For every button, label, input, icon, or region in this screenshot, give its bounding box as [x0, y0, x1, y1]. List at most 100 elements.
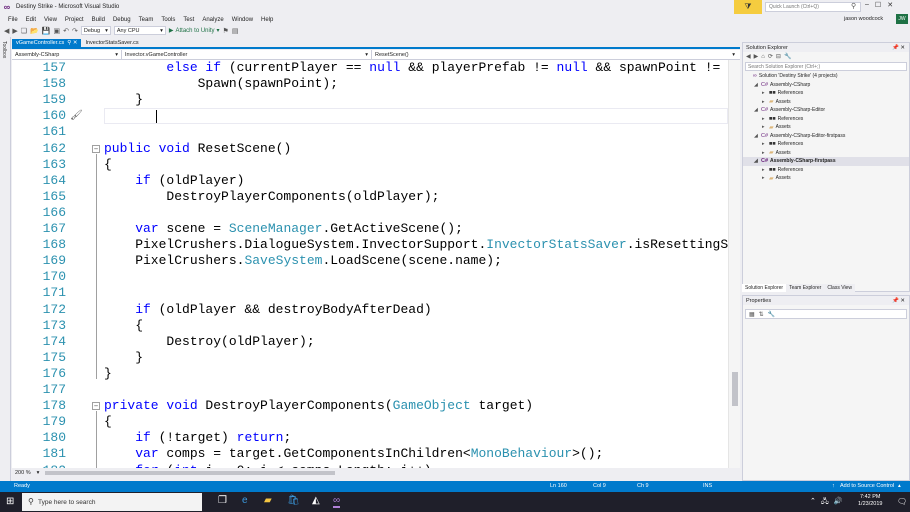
- scrollbar-thumb[interactable]: [732, 372, 738, 406]
- panel-tab[interactable]: Class View: [824, 284, 855, 292]
- notification-icon[interactable]: 🗨: [897, 497, 907, 506]
- collapsed-caret-icon[interactable]: ▸: [762, 175, 767, 181]
- forward-icon[interactable]: ▶: [12, 27, 17, 35]
- platform-select[interactable]: Any CPU ▾: [113, 26, 166, 35]
- user-avatar[interactable]: JW: [896, 14, 908, 24]
- solution-explorer-search-input[interactable]: Search Solution Explorer (Ctrl+;): [745, 62, 907, 71]
- edge-icon[interactable]: e: [242, 495, 248, 506]
- collapsed-caret-icon[interactable]: ▸: [762, 99, 767, 105]
- class-nav-select[interactable]: Invector.vGameController ▾: [122, 50, 372, 59]
- quick-launch-input[interactable]: Quick Launch (Ctrl+Q): [765, 2, 861, 12]
- collapse-icon[interactable]: −: [92, 144, 100, 153]
- collapsed-caret-icon[interactable]: ▸: [762, 124, 767, 130]
- expanded-caret-icon[interactable]: ◢: [754, 82, 759, 88]
- file-explorer-icon[interactable]: ▰: [264, 495, 272, 506]
- save-icon[interactable]: 💾: [42, 27, 51, 35]
- visual-studio-taskbar-icon[interactable]: ∞: [333, 495, 341, 508]
- chevron-up-icon[interactable]: ⌃: [810, 497, 816, 508]
- property-pages-icon[interactable]: 🔧: [768, 311, 775, 318]
- chevron-down-icon[interactable]: ▾: [37, 470, 40, 476]
- pin-icon[interactable]: 📌: [892, 45, 899, 51]
- collapsed-caret-icon[interactable]: ▸: [762, 150, 767, 156]
- pin-icon[interactable]: 📌: [892, 298, 899, 304]
- menu-build[interactable]: Build: [88, 17, 109, 23]
- forward-icon[interactable]: ▶: [754, 53, 759, 60]
- network-icon[interactable]: 🖧: [821, 497, 829, 508]
- add-to-source-control-button[interactable]: Add to Source Control: [840, 483, 894, 489]
- panel-tab[interactable]: Solution Explorer: [742, 284, 787, 292]
- home-icon[interactable]: ⌂: [761, 54, 765, 60]
- open-file-icon[interactable]: 📂: [30, 27, 39, 35]
- maximize-icon[interactable]: ☐: [875, 1, 881, 9]
- member-nav-select[interactable]: ResetScene() ▾: [372, 50, 738, 59]
- alphabetical-icon[interactable]: ⇅: [759, 311, 764, 318]
- user-name[interactable]: jason woodcock: [844, 16, 883, 22]
- collapsed-caret-icon[interactable]: ▸: [762, 90, 767, 96]
- tree-item-ref[interactable]: ▸ ■■ References: [743, 140, 909, 149]
- menu-help[interactable]: Help: [257, 17, 277, 23]
- bookmark-icon[interactable]: ⚑: [223, 27, 229, 35]
- attach-to-unity-button[interactable]: ▶ Attach to Unity ▾: [169, 27, 220, 35]
- expanded-caret-icon[interactable]: ◢: [754, 107, 759, 113]
- menu-project[interactable]: Project: [61, 17, 88, 23]
- collapse-all-icon[interactable]: ⊟: [776, 53, 781, 60]
- menu-test[interactable]: Test: [179, 17, 198, 23]
- menu-edit[interactable]: Edit: [22, 17, 40, 23]
- menu-tools[interactable]: Tools: [157, 17, 179, 23]
- sync-icon[interactable]: ⟳: [768, 53, 773, 60]
- panel-tab[interactable]: Team Explorer: [786, 284, 825, 292]
- close-icon[interactable]: ✕: [900, 298, 905, 304]
- chevron-up-icon[interactable]: ▴: [898, 483, 901, 489]
- pin-close-icon[interactable]: ⚲ ✕: [67, 40, 77, 46]
- tree-item-folder[interactable]: ▸ ▰ Assets: [743, 149, 909, 158]
- tree-item-folder[interactable]: ▸ ▰ Assets: [743, 123, 909, 132]
- store-icon[interactable]: 🛍: [287, 495, 300, 506]
- project-nav-select[interactable]: Assembly-CSharp ▾: [12, 50, 122, 59]
- tree-item-ref[interactable]: ▸ ■■ References: [743, 166, 909, 175]
- new-project-icon[interactable]: ❏: [21, 27, 27, 35]
- tree-item-project[interactable]: ◢ C# Assembly-CSharp: [743, 81, 909, 90]
- toolbox-strip[interactable]: Toolbox: [0, 37, 11, 481]
- properties-icon[interactable]: 🔧: [784, 53, 791, 60]
- categorized-icon[interactable]: ▦: [749, 311, 755, 318]
- tree-item-project[interactable]: ◢ C# Assembly-CSharp-firstpass: [743, 157, 909, 166]
- horizontal-scrollbar-thumb[interactable]: [45, 470, 336, 475]
- feedback-filter-icon[interactable]: ⧩: [734, 0, 762, 14]
- menu-team[interactable]: Team: [135, 17, 158, 23]
- collapsed-caret-icon[interactable]: ▸: [762, 116, 767, 122]
- back-icon[interactable]: ◀: [746, 53, 751, 60]
- expanded-caret-icon[interactable]: ◢: [754, 133, 759, 139]
- collapse-icon[interactable]: −: [92, 402, 100, 411]
- code-editor[interactable]: 🖌 157 else if (currentPlayer == null && …: [12, 60, 728, 468]
- menu-window[interactable]: Window: [228, 17, 257, 23]
- menu-file[interactable]: File: [4, 17, 22, 23]
- tree-item-solution[interactable]: ∞ Solution 'Destiny Strike' (4 projects): [743, 72, 909, 81]
- expanded-caret-icon[interactable]: ◢: [754, 158, 759, 164]
- save-all-icon[interactable]: ▣: [54, 27, 61, 35]
- tree-item-folder[interactable]: ▸ ▰ Assets: [743, 98, 909, 107]
- zoom-level[interactable]: 200 %: [15, 470, 31, 476]
- collapsed-caret-icon[interactable]: ▸: [762, 141, 767, 147]
- tree-item-project[interactable]: ◢ C# Assembly-CSharp-Editor: [743, 106, 909, 115]
- volume-icon[interactable]: 🔊: [834, 497, 843, 508]
- close-icon[interactable]: ✕: [900, 45, 905, 51]
- menu-view[interactable]: View: [40, 17, 61, 23]
- undo-icon[interactable]: ↶: [63, 27, 69, 35]
- menu-debug[interactable]: Debug: [109, 17, 135, 23]
- search-icon[interactable]: ⚲: [851, 2, 856, 10]
- minimize-icon[interactable]: –: [865, 1, 869, 9]
- menu-analyze[interactable]: Analyze: [198, 17, 227, 23]
- collapsed-caret-icon[interactable]: ▸: [762, 167, 767, 173]
- document-tab[interactable]: vGameController.cs ⚲ ✕: [12, 39, 82, 47]
- tree-item-project[interactable]: ◢ C# Assembly-CSharp-Editor-firstpass: [743, 132, 909, 141]
- toolbox-label[interactable]: Toolbox: [1, 41, 7, 58]
- tree-item-folder[interactable]: ▸ ▰ Assets: [743, 174, 909, 183]
- redo-icon[interactable]: ↷: [72, 27, 78, 35]
- tree-item-ref[interactable]: ▸ ■■ References: [743, 89, 909, 98]
- windows-start-icon[interactable]: ⊞: [6, 496, 14, 507]
- comment-icon[interactable]: ▤: [232, 27, 239, 35]
- taskbar-search-input[interactable]: Type here to search: [22, 493, 202, 511]
- document-tab[interactable]: InvectorStatsSaver.cs: [81, 39, 146, 47]
- vertical-scrollbar[interactable]: [728, 60, 740, 468]
- tree-item-ref[interactable]: ▸ ■■ References: [743, 115, 909, 124]
